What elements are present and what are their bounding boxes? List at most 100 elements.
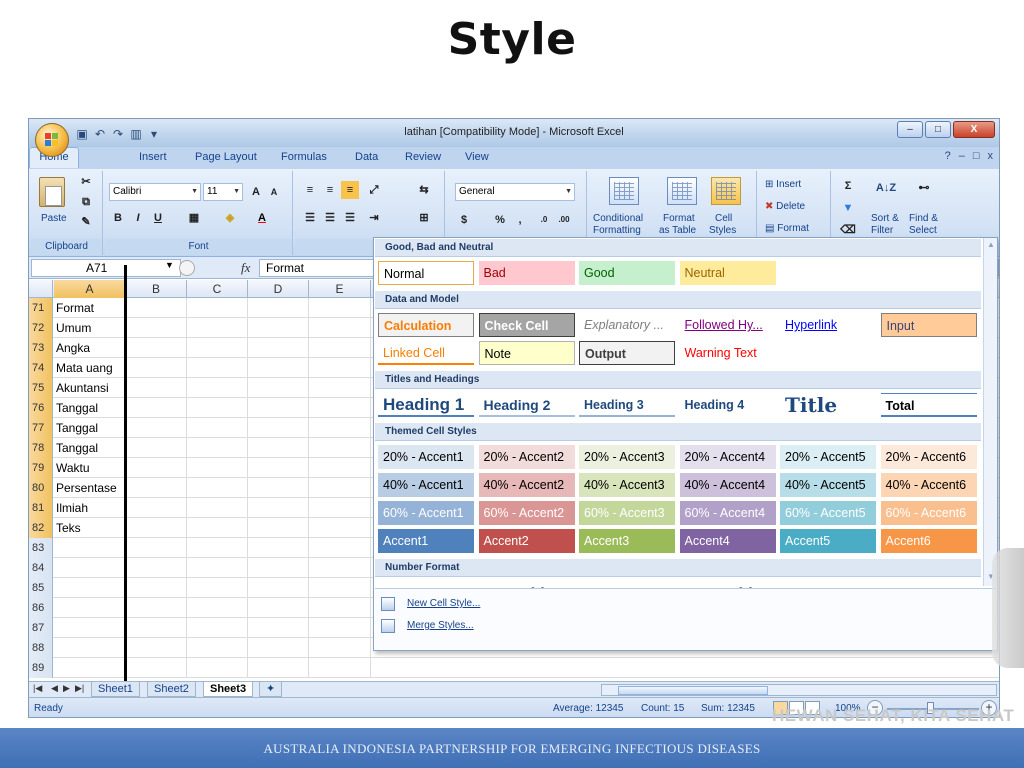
row-header[interactable]: 75 [29,378,53,398]
cell-a[interactable]: Tanggal [54,418,126,438]
next-sheet-icon[interactable]: ▶ [63,683,70,694]
comma-button[interactable]: , [511,211,529,229]
prev-sheet-icon[interactable]: ◀ [51,683,58,694]
row-header[interactable]: 84 [29,558,53,578]
column-header-e[interactable]: E [309,280,371,298]
cell-style-swatch[interactable]: Neutral [679,261,776,285]
align-middle-icon[interactable]: ≡ [321,181,339,199]
workbook-restore-icon[interactable]: □ [973,150,980,162]
cell-style-swatch[interactable]: 60% - Accent1 [378,501,474,525]
row-header[interactable]: 80 [29,478,53,498]
name-box[interactable]: A71 [31,259,181,277]
close-button[interactable]: X [953,121,995,138]
workbook-close-icon[interactable]: x [988,150,994,162]
grow-font-button[interactable]: A [247,183,265,201]
font-name-select[interactable]: Calibri ▼ [109,183,201,201]
increase-decimal-button[interactable]: .0 [535,211,553,229]
cell-a[interactable] [54,638,126,658]
last-sheet-icon[interactable]: ▶| [75,683,84,694]
cell-style-swatch[interactable]: 60% - Accent6 [880,501,977,525]
cell-style-swatch[interactable]: 40% - Accent2 [478,473,575,497]
italic-button[interactable]: I [129,209,147,227]
cell-a[interactable]: Format [54,298,126,318]
format-as-table-button[interactable]: Format [663,213,695,224]
cell-style-swatch[interactable]: 40% - Accent5 [780,473,876,497]
cell-style-swatch[interactable]: Good [579,261,675,285]
currency-button[interactable]: $ [455,211,473,229]
find-select-button[interactable]: Find & [909,213,938,224]
shrink-font-button[interactable]: A [265,183,283,201]
cell-style-swatch[interactable]: 20% - Accent3 [579,445,675,469]
row-header[interactable]: 82 [29,518,53,538]
copy-icon[interactable]: ⧉ [77,193,95,211]
cell-style-swatch[interactable]: Heading 1 [378,393,474,417]
cell-style-swatch[interactable]: Heading 2 [478,393,575,417]
cell-style-swatch[interactable]: 40% - Accent4 [679,473,776,497]
insert-function-icon[interactable]: fx [241,260,250,276]
cut-icon[interactable]: ✂ [77,173,95,191]
row-header[interactable]: 87 [29,618,53,638]
conditional-formatting-icon[interactable] [609,177,639,205]
tab-view[interactable]: View [465,151,489,163]
cell-style-swatch[interactable]: Accent2 [478,529,575,553]
row-header[interactable]: 77 [29,418,53,438]
tab-insert[interactable]: Insert [139,151,167,163]
paste-icon[interactable] [39,177,65,207]
cell-style-swatch[interactable]: 60% - Accent4 [679,501,776,525]
cell-style-swatch[interactable]: Note [478,341,575,365]
cell-style-swatch[interactable]: 20% - Accent1 [378,445,474,469]
insert-button[interactable]: ⊞ Insert [765,179,801,190]
cell-style-swatch[interactable]: Bad [478,261,575,285]
cell-a[interactable]: Waktu [54,458,126,478]
merge-icon[interactable]: ⊞ [415,209,433,227]
cell-styles-button[interactable]: Cell [715,213,732,224]
align-right-icon[interactable]: ☰ [341,209,359,227]
binoculars-icon[interactable]: ⊷ [911,179,937,197]
cell-style-swatch[interactable]: Check Cell [478,313,575,337]
cell-style-swatch[interactable]: Accent4 [679,529,776,553]
cell-a[interactable] [54,658,126,678]
column-header-d[interactable]: D [248,280,309,298]
row-header[interactable]: 79 [29,458,53,478]
row-header[interactable]: 71 [29,298,53,318]
conditional-formatting-button[interactable]: Conditional [593,213,643,224]
cell-a[interactable]: Tanggal [54,438,126,458]
sort-filter-button[interactable]: Sort & [871,213,899,224]
cell-a[interactable] [54,578,126,598]
row-header[interactable]: 83 [29,538,53,558]
office-button[interactable] [35,123,69,157]
help-icon[interactable]: ? [945,150,951,162]
cell-style-swatch[interactable]: Heading 3 [579,393,675,417]
cell-a[interactable] [54,618,126,638]
format-button[interactable]: ▤ Format [765,223,809,234]
maximize-button[interactable]: □ [925,121,951,138]
cell-a[interactable]: Mata uang [54,358,126,378]
align-left-icon[interactable]: ☰ [301,209,319,227]
cell-style-swatch[interactable]: 40% - Accent1 [378,473,474,497]
chevron-down-icon[interactable]: ▼ [165,260,174,270]
select-all-corner[interactable] [29,280,53,298]
column-header-b[interactable]: B [126,280,187,298]
cell-a[interactable]: Angka [54,338,126,358]
cell-style-swatch[interactable]: 20% - Accent4 [679,445,776,469]
gallery-scrollbar[interactable]: ▲ ▼ [983,238,997,586]
cell-a[interactable]: Akuntansi [54,378,126,398]
percent-button[interactable]: % [491,211,509,229]
cell-a[interactable] [54,598,126,618]
insert-sheet-icon[interactable]: ✦ [259,682,283,697]
sort-filter-icon[interactable]: A↓Z [873,179,899,197]
row-header[interactable]: 78 [29,438,53,458]
cell-style-swatch[interactable]: 20% - Accent2 [478,445,575,469]
formula-expand-icon[interactable] [179,260,195,276]
column-header-a[interactable]: A [54,280,126,298]
cell-a[interactable]: Umum [54,318,126,338]
cell-styles-icon[interactable] [711,177,741,205]
cell-style-swatch[interactable]: 40% - Accent6 [880,473,977,497]
row-header[interactable]: 86 [29,598,53,618]
minimize-button[interactable]: – [897,121,923,138]
align-top-icon[interactable]: ≡ [301,181,319,199]
cell-a[interactable] [54,538,126,558]
format-painter-icon[interactable]: ✎ [77,213,95,231]
cell-style-swatch[interactable]: Input [880,313,977,337]
align-bottom-icon[interactable]: ≡ [341,181,359,199]
